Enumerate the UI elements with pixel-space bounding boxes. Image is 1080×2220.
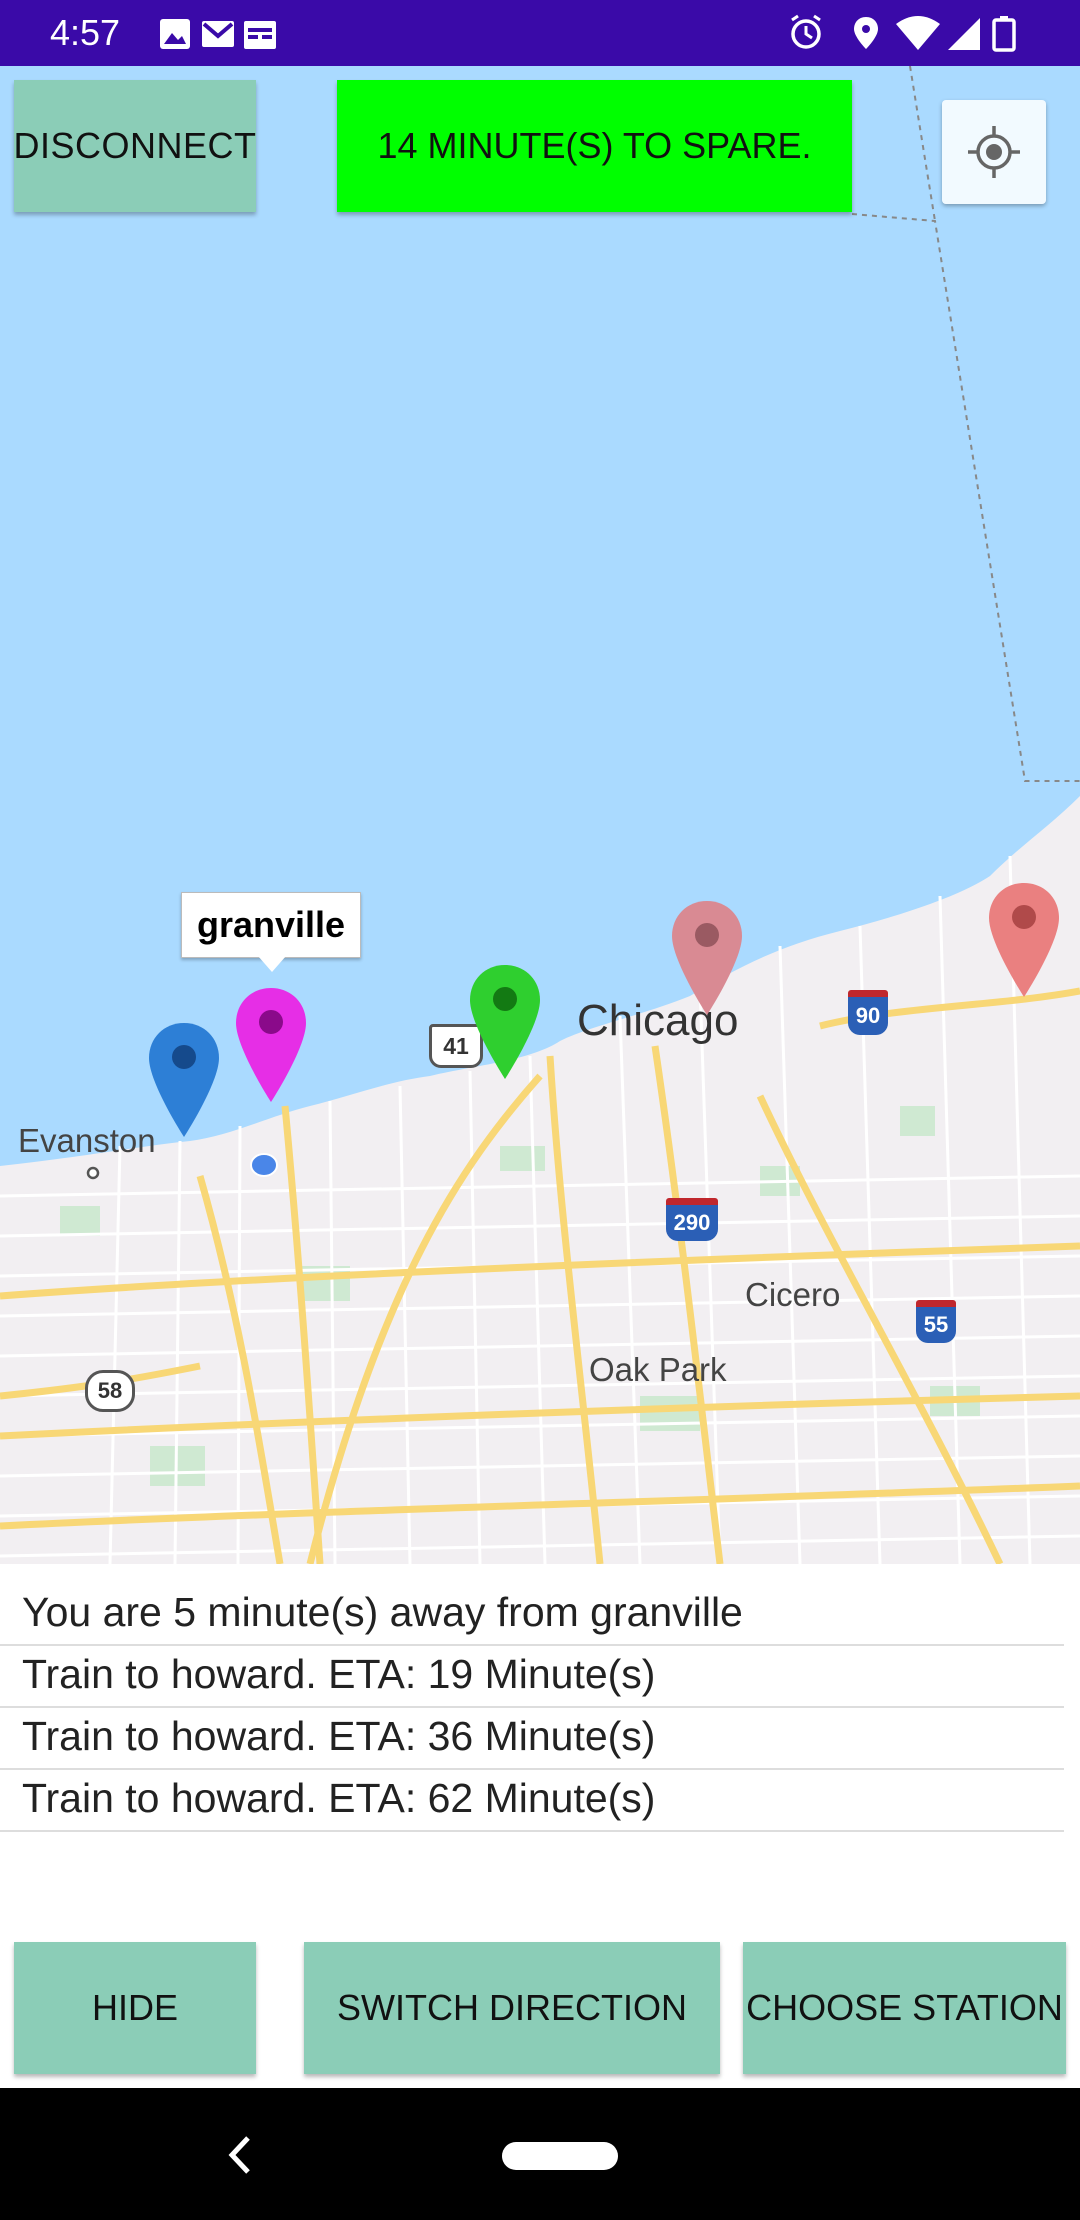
navigation-bar (0, 2088, 1080, 2220)
wifi-icon (896, 16, 940, 50)
station-marker-rose-1[interactable] (669, 899, 745, 1017)
evanston-dot-icon (86, 1166, 100, 1180)
gmail-icon (202, 21, 234, 47)
crosshair-icon (968, 126, 1020, 178)
i90-shield-icon: 90 (848, 990, 888, 1035)
station-marker-granville[interactable] (233, 986, 309, 1104)
map-tiles (0, 66, 1080, 1564)
oak-park-label: Oak Park (589, 1351, 727, 1388)
status-time: 4:57 (50, 12, 121, 53)
location-icon (854, 17, 878, 49)
map-view[interactable]: Chicago Evanston Cicero Oak Park 41 90 2… (0, 66, 1080, 1564)
i55-shield-icon: 55 (916, 1300, 956, 1343)
choose-station-button[interactable]: CHOOSE STATION (743, 1942, 1066, 2074)
alarm-icon (791, 14, 821, 49)
i290-shield-icon: 290 (666, 1198, 718, 1241)
evanston-label: Evanston (18, 1122, 156, 1159)
station-marker-blue[interactable] (146, 1021, 222, 1139)
distance-row: You are 5 minute(s) away from granville (0, 1584, 1064, 1646)
switch-direction-button[interactable]: SWITCH DIRECTION (304, 1942, 720, 2074)
image-icon (160, 19, 190, 49)
cicero-label: Cicero (745, 1276, 841, 1313)
marker-info-window[interactable]: granville (181, 892, 361, 958)
station-marker-green[interactable] (467, 963, 543, 1081)
eta-row: Train to howard. ETA: 36 Minute(s) (0, 1708, 1064, 1770)
current-location-dot-icon (250, 1153, 278, 1177)
status-bar: 4:57 (0, 0, 1080, 66)
station-marker-rose-2[interactable] (986, 881, 1062, 999)
arrival-info-list: You are 5 minute(s) away from granville … (0, 1584, 1064, 1832)
eta-row: Train to howard. ETA: 19 Minute(s) (0, 1646, 1064, 1708)
back-icon[interactable] (222, 2130, 256, 2180)
disconnect-button[interactable]: DISCONNECT (14, 80, 256, 212)
info-window-tail (258, 956, 286, 972)
home-pill-button[interactable] (502, 2142, 618, 2170)
status-system-icons (791, 14, 1016, 52)
calendar-icon (244, 21, 276, 49)
hide-button[interactable]: HIDE (14, 1942, 256, 2074)
signal-icon (948, 18, 980, 50)
battery-icon (992, 16, 1016, 52)
time-to-spare-banner: 14 MINUTE(S) TO SPARE. (337, 80, 852, 212)
status-notification-icons (160, 19, 276, 49)
route58-shield-icon: 58 (85, 1370, 135, 1412)
eta-row: Train to howard. ETA: 62 Minute(s) (0, 1770, 1064, 1832)
my-location-button[interactable] (942, 100, 1046, 204)
